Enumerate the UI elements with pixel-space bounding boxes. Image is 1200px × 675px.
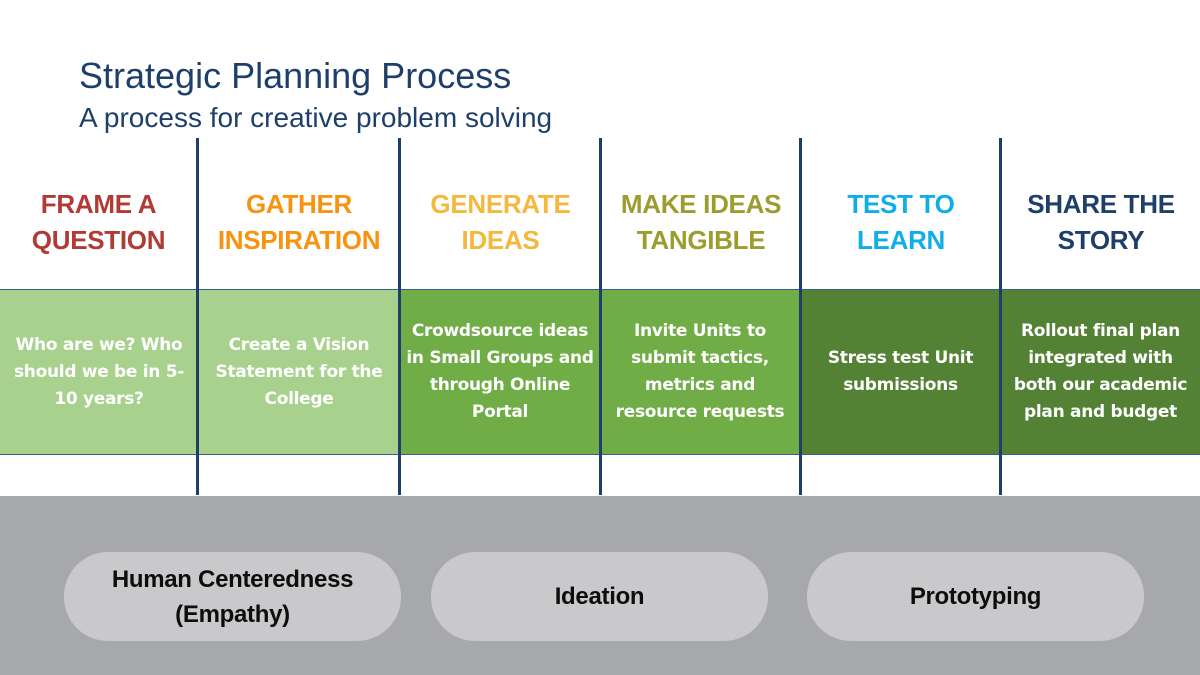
stage-description-cell: Rollout final plan integrated with both … bbox=[1001, 289, 1200, 455]
stage-header-line2: TANGIBLE bbox=[636, 225, 766, 255]
stage-description-cell: Crowdsource ideas in Small Groups and th… bbox=[400, 289, 600, 455]
stage-header-line1: GATHER bbox=[245, 189, 353, 219]
stage-description-text: Crowdsource ideas in Small Groups and th… bbox=[406, 321, 594, 422]
stage-description-text: Invite Units to submit tactics, metrics … bbox=[615, 321, 785, 422]
pillar-label: Ideation bbox=[554, 583, 645, 610]
pillar-human-centeredness: Human Centeredness (Empathy) bbox=[64, 552, 401, 641]
stage-header-line2: LEARN bbox=[856, 225, 946, 255]
column-divider bbox=[196, 138, 199, 495]
stage-description-cell: Who are we? Who should we be in 5-10 yea… bbox=[0, 289, 198, 455]
stage-header-make-ideas-tangible: MAKE IDEAS TANGIBLE bbox=[602, 186, 800, 258]
stage-description-text: Create a Vision Statement for the Colleg… bbox=[215, 334, 383, 409]
column-divider bbox=[398, 138, 401, 495]
pillar-label-line2: (Empathy) bbox=[175, 600, 290, 628]
stage-header-line1: TEST TO bbox=[847, 189, 955, 219]
stage-header-line1: FRAME A bbox=[40, 189, 157, 219]
stage-header-line1: SHARE THE bbox=[1027, 189, 1175, 219]
stage-header-generate-ideas: GENERATE IDEAS bbox=[401, 186, 600, 258]
stage-description-cell: Invite Units to submit tactics, metrics … bbox=[600, 289, 800, 455]
stage-header-line1: GENERATE bbox=[430, 189, 571, 219]
stage-header-line1: MAKE IDEAS bbox=[620, 189, 782, 219]
stage-description-text: Who are we? Who should we be in 5-10 yea… bbox=[13, 334, 185, 409]
stage-header-frame-a-question: FRAME A QUESTION bbox=[0, 186, 197, 258]
pillar-prototyping: Prototyping bbox=[807, 552, 1144, 641]
stage-header-test-to-learn: TEST TO LEARN bbox=[802, 186, 1000, 258]
stage-description-cell: Create a Vision Statement for the Colleg… bbox=[198, 289, 400, 455]
column-divider bbox=[999, 138, 1002, 495]
pillar-ideation: Ideation bbox=[431, 552, 768, 641]
stage-header-line2: INSPIRATION bbox=[217, 225, 381, 255]
column-divider bbox=[599, 138, 602, 495]
stage-header-gather-inspiration: GATHER INSPIRATION bbox=[199, 186, 399, 258]
stage-description-cell: Stress test Unit submissions bbox=[800, 289, 1001, 455]
stage-header-line2: IDEAS bbox=[461, 225, 540, 255]
page-subtitle: A process for creative problem solving bbox=[79, 102, 553, 133]
pillar-label: Prototyping bbox=[909, 583, 1042, 610]
stage-description-text: Rollout final plan integrated with both … bbox=[1013, 321, 1188, 422]
stage-header-line2: QUESTION bbox=[31, 225, 166, 255]
stage-header-line2: STORY bbox=[1057, 225, 1145, 255]
stage-header-share-the-story: SHARE THE STORY bbox=[1002, 186, 1200, 258]
page-title: Strategic Planning Process bbox=[79, 55, 512, 96]
stage-description-text: Stress test Unit submissions bbox=[827, 348, 974, 395]
column-divider bbox=[799, 138, 802, 495]
pillar-label-line1: Human Centeredness bbox=[111, 565, 354, 593]
